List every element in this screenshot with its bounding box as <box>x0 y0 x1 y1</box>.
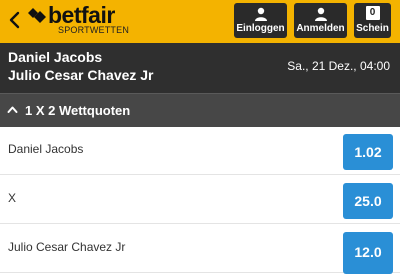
bet-slip-count-badge: 0 <box>365 6 380 20</box>
odds-button[interactable]: 25.0 <box>343 183 393 219</box>
register-label: Anmelden <box>296 23 345 34</box>
event-datetime: Sa., 21 Dez., 04:00 <box>287 59 390 73</box>
bet-slip-label: Schein <box>356 23 389 34</box>
logo-subtitle: SPORTWETTEN <box>58 25 130 35</box>
betfair-logo-mark-icon <box>28 8 46 23</box>
user-icon <box>254 7 267 21</box>
runner-name: X <box>8 191 17 205</box>
event-header: Daniel Jacobs Julio Cesar Chavez Jr Sa.,… <box>0 43 400 93</box>
runner-name: Daniel Jacobs <box>8 142 84 156</box>
back-button[interactable] <box>5 8 23 32</box>
runner-row: Julio Cesar Chavez Jr 12.0 <box>0 225 400 274</box>
market-title: 1 X 2 Wettquoten <box>25 103 131 118</box>
login-label: Einloggen <box>236 23 285 34</box>
user-icon <box>314 7 327 21</box>
runner-row: Daniel Jacobs 1.02 <box>0 127 400 175</box>
runner-name: Julio Cesar Chavez Jr <box>8 240 126 254</box>
event-team-1: Daniel Jacobs <box>8 49 103 65</box>
odds-button[interactable]: 1.02 <box>343 134 393 170</box>
chevron-left-icon <box>9 11 20 29</box>
odds-button[interactable]: 12.0 <box>343 232 393 274</box>
register-button[interactable]: Anmelden <box>294 3 347 38</box>
logo-text: betfair <box>48 2 115 28</box>
runner-row: X 25.0 <box>0 176 400 224</box>
betfair-logo[interactable]: betfair SPORTWETTEN <box>27 2 137 38</box>
login-button[interactable]: Einloggen <box>234 3 287 38</box>
chevron-up-icon <box>7 106 18 113</box>
event-team-2: Julio Cesar Chavez Jr <box>8 67 154 83</box>
bet-slip-button[interactable]: 0 Schein <box>354 3 391 38</box>
top-bar: betfair SPORTWETTEN Einloggen Anmelden 0… <box>0 0 400 43</box>
market-header[interactable]: 1 X 2 Wettquoten <box>0 93 400 127</box>
